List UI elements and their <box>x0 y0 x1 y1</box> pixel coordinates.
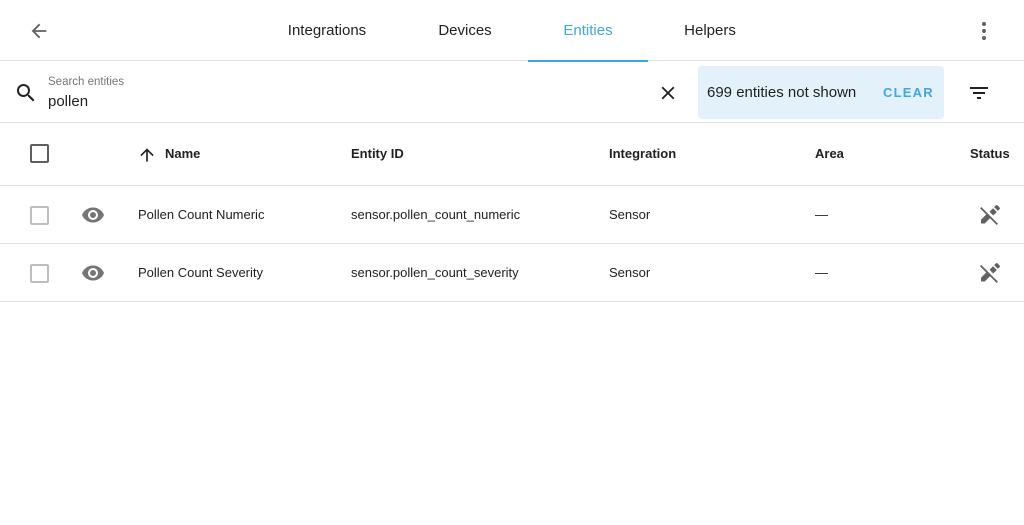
entity-integration: Sensor <box>609 265 651 280</box>
entity-name: Pollen Count Numeric <box>138 207 265 222</box>
pencil-off-icon <box>980 205 1001 225</box>
search-icon <box>17 84 35 102</box>
row-checkbox[interactable] <box>30 206 49 225</box>
top-app-bar: Integrations Devices Entities Helpers <box>0 0 1024 62</box>
eye-icon <box>82 265 104 281</box>
tab-bar: Integrations Devices Entities Helpers <box>0 0 1024 62</box>
hidden-entities-banner: 699 entities not shown CLEAR <box>698 66 944 119</box>
search-label: Search entities <box>48 76 125 88</box>
column-header-status[interactable]: Status <box>970 146 1010 161</box>
clear-filter-button[interactable]: CLEAR <box>883 85 934 100</box>
entity-name: Pollen Count Severity <box>138 265 264 280</box>
eye-icon <box>82 207 104 223</box>
select-all-checkbox[interactable] <box>30 144 49 163</box>
filter-icon <box>970 87 988 99</box>
entity-area: — <box>815 207 828 222</box>
clear-search-button[interactable] <box>656 81 680 105</box>
close-icon <box>661 86 675 100</box>
search-toolbar: Search entities 699 entities not shown C… <box>0 62 1024 123</box>
column-header-integration[interactable]: Integration <box>609 146 676 161</box>
table-row[interactable]: Pollen Count Numeric sensor.pollen_count… <box>0 186 1024 244</box>
tab-helpers[interactable]: Helpers <box>664 0 756 61</box>
entity-area: — <box>815 265 828 280</box>
tab-devices[interactable]: Devices <box>418 0 512 61</box>
pencil-off-icon <box>980 263 1001 283</box>
entity-integration: Sensor <box>609 207 651 222</box>
column-header-area[interactable]: Area <box>815 146 844 161</box>
table-header: Name Entity ID Integration Area Status <box>0 124 1024 186</box>
tab-integrations[interactable]: Integrations <box>268 0 386 61</box>
tab-label: Entities <box>563 22 613 39</box>
tab-label: Devices <box>438 22 492 39</box>
arrow-up-icon[interactable] <box>137 145 157 165</box>
hidden-entities-text: 699 entities not shown <box>707 84 857 101</box>
entity-id: sensor.pollen_count_numeric <box>351 207 521 222</box>
table-row[interactable]: Pollen Count Severity sensor.pollen_coun… <box>0 244 1024 302</box>
entity-id: sensor.pollen_count_severity <box>351 265 519 280</box>
column-header-name[interactable]: Name <box>165 146 200 161</box>
dots-vertical-icon <box>982 22 986 40</box>
search-input[interactable] <box>48 91 628 111</box>
tab-entities[interactable]: Entities <box>528 0 648 62</box>
tab-label: Integrations <box>287 22 367 39</box>
overflow-menu-button[interactable] <box>970 16 998 46</box>
filter-button[interactable] <box>966 81 992 105</box>
row-checkbox[interactable] <box>30 264 49 283</box>
entities-table: Name Entity ID Integration Area Status P… <box>0 124 1024 302</box>
tab-label: Helpers <box>684 22 736 39</box>
column-header-entity-id[interactable]: Entity ID <box>351 146 404 161</box>
